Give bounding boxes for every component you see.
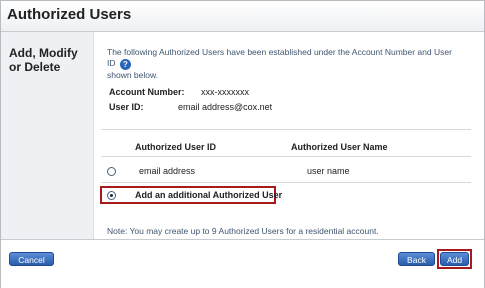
user-id-value: email address@cox.net — [178, 102, 273, 112]
add-user-radio[interactable] — [107, 191, 116, 200]
back-button[interactable]: Back — [398, 252, 435, 266]
section-label: Add, Modify or Delete — [9, 46, 78, 74]
title-bar: Authorized Users — [1, 1, 484, 32]
user-id-label: User ID: — [109, 102, 144, 112]
intro-text: The following Authorized Users have been… — [107, 47, 457, 81]
table-top-divider — [101, 129, 471, 130]
account-number-value: xxx-xxxxxxx — [201, 87, 249, 97]
user-row-id: email address — [139, 166, 196, 176]
add-button[interactable]: Add — [440, 252, 469, 266]
limit-note: Note: You may create up to 9 Authorized … — [107, 226, 379, 236]
column-header-user-name: Authorized User Name — [291, 142, 388, 152]
add-user-option-label[interactable]: Add an additional Authorized User — [135, 190, 282, 200]
intro-line-2: shown below. — [107, 70, 159, 80]
user-row-radio[interactable] — [107, 167, 116, 176]
page-title: Authorized Users — [7, 6, 132, 23]
table-row-divider — [101, 182, 471, 183]
footer-bar: Cancel Back Add — [1, 239, 484, 288]
intro-line: The following Authorized Users have been… — [107, 47, 452, 68]
help-icon[interactable]: ? — [119, 59, 131, 70]
authorized-users-window: Authorized Users Add, Modify or Delete T… — [0, 0, 485, 288]
user-row-name: user name — [307, 166, 350, 176]
cancel-button[interactable]: Cancel — [9, 252, 54, 266]
table-header-divider — [101, 156, 471, 157]
account-number-label: Account Number: — [109, 87, 185, 97]
column-header-user-id: Authorized User ID — [135, 142, 217, 152]
section-sidebar: Add, Modify or Delete — [1, 32, 94, 239]
